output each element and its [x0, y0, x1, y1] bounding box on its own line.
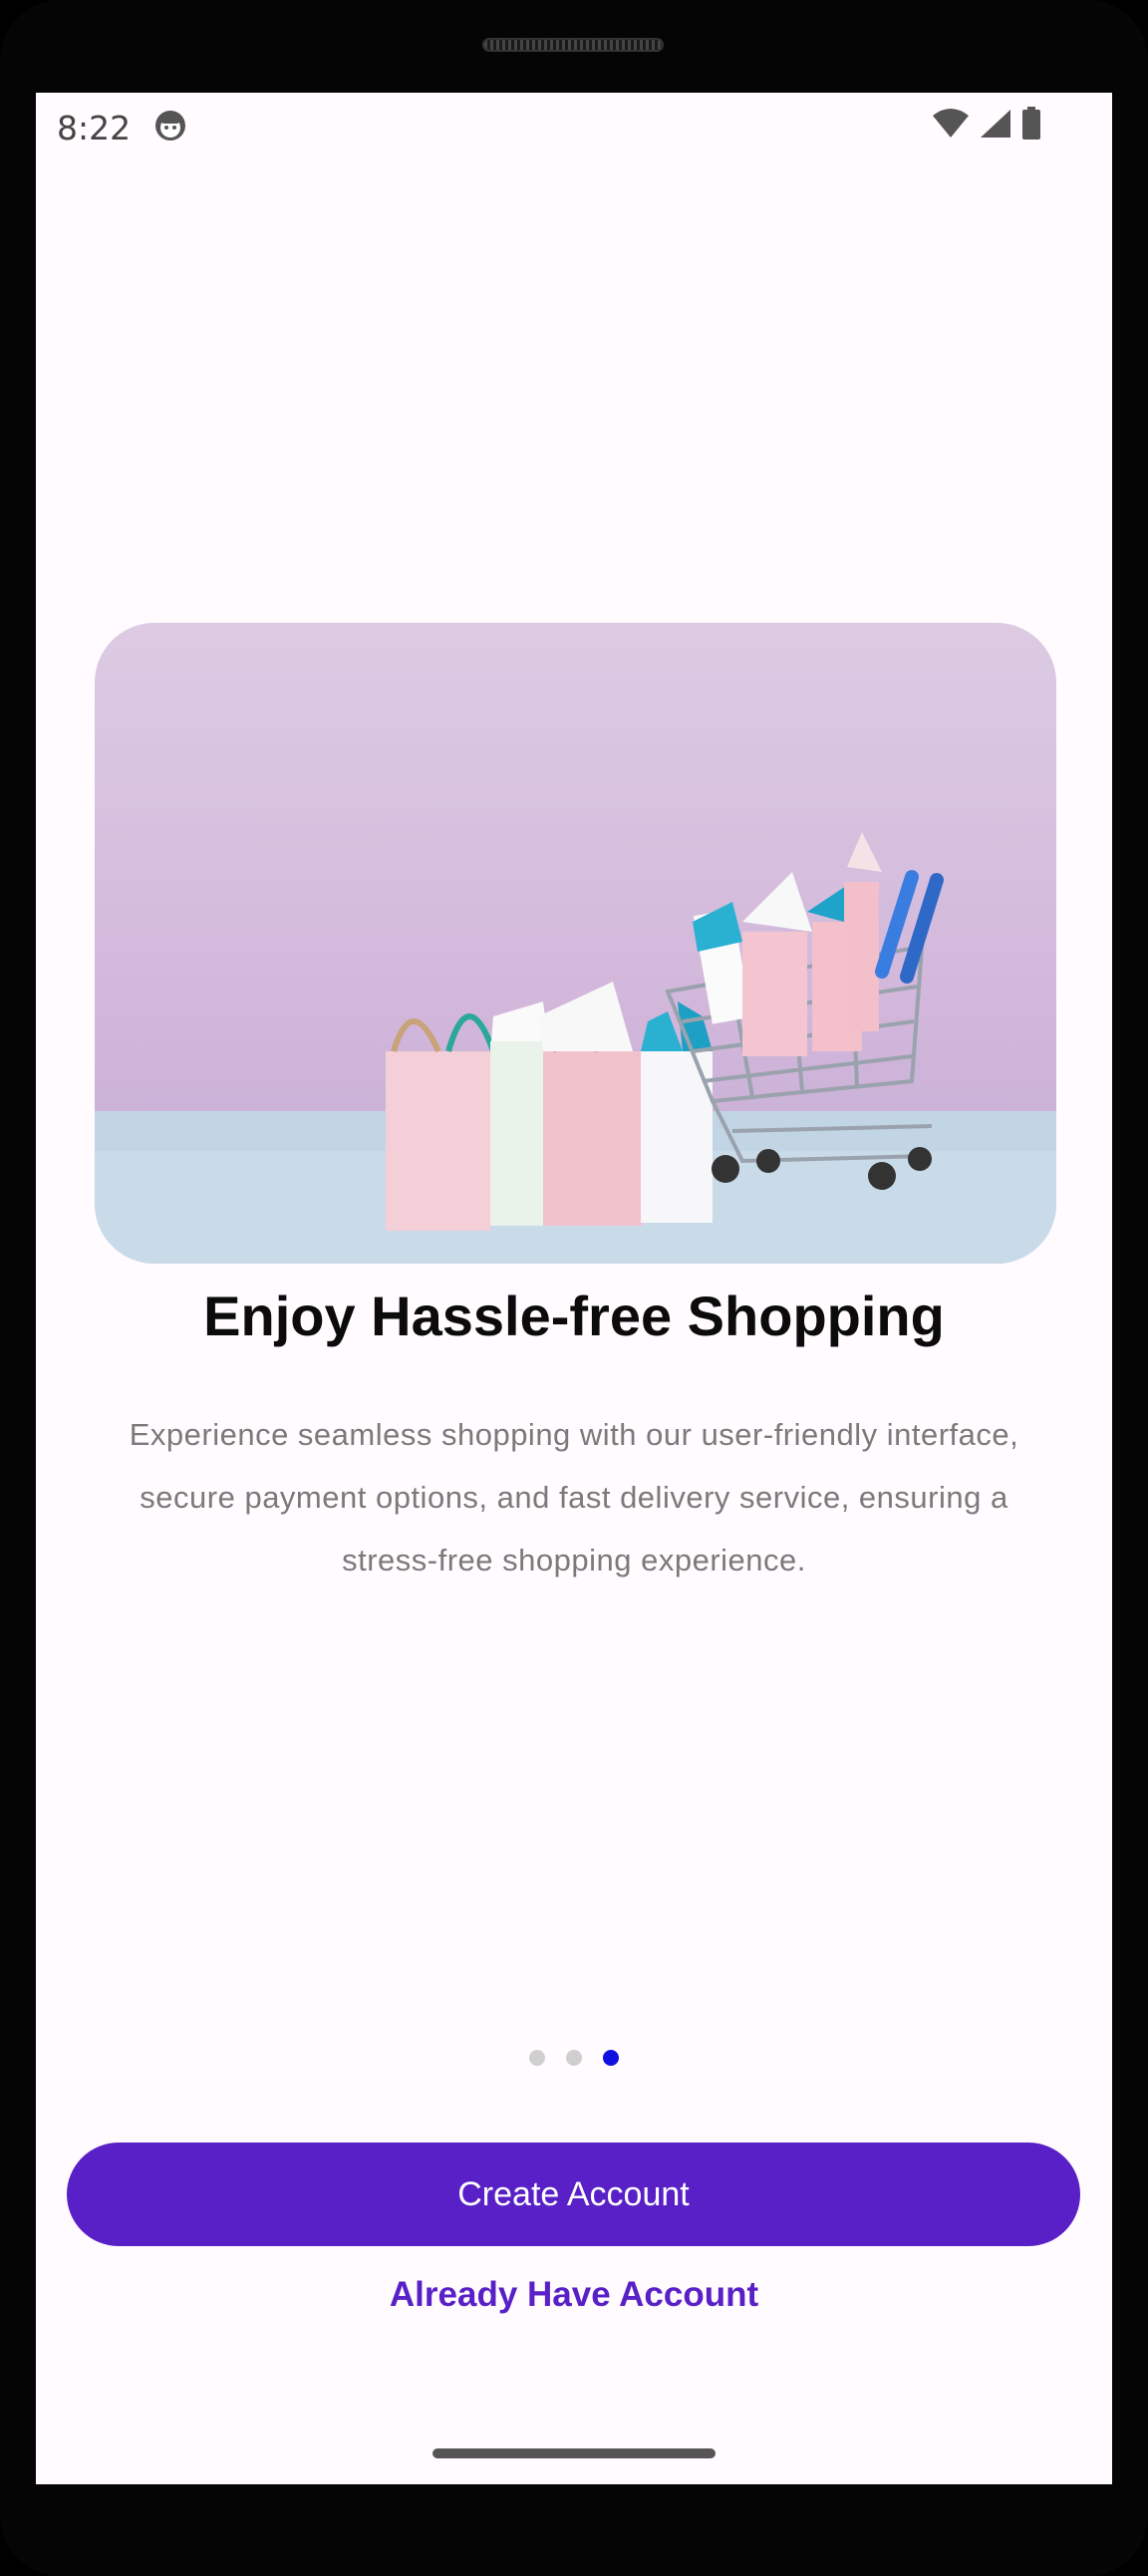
status-icons [931, 107, 1042, 141]
android-debug-icon [154, 110, 186, 142]
onboarding-description: Experience seamless shopping with our us… [129, 1417, 1019, 1577]
shopping-cart-illustration [95, 832, 1056, 1264]
wifi-icon [931, 108, 971, 140]
cell-signal-icon [979, 108, 1012, 140]
screen: 8:22 Enjoy Hassle-free Shopping Experien… [36, 93, 1112, 2484]
status-bar: 8:22 [36, 93, 1112, 162]
status-time: 8:22 [57, 109, 132, 147]
already-have-account-link[interactable]: Already Have Account [36, 2275, 1112, 2315]
page-dot-2[interactable] [566, 2050, 582, 2066]
page-dot-3[interactable] [603, 2050, 619, 2066]
onboarding-title: Enjoy Hassle-free Shopping [203, 1285, 945, 1347]
page-dot-1[interactable] [529, 2050, 545, 2066]
home-indicator[interactable] [432, 2448, 716, 2458]
onboarding-image [95, 623, 1056, 1264]
page-indicator [36, 2050, 1112, 2066]
speaker-grille [482, 38, 664, 52]
create-account-button[interactable]: Create Account [67, 2143, 1080, 2246]
device-frame: 8:22 Enjoy Hassle-free Shopping Experien… [0, 0, 1148, 2576]
battery-icon [1020, 107, 1042, 141]
